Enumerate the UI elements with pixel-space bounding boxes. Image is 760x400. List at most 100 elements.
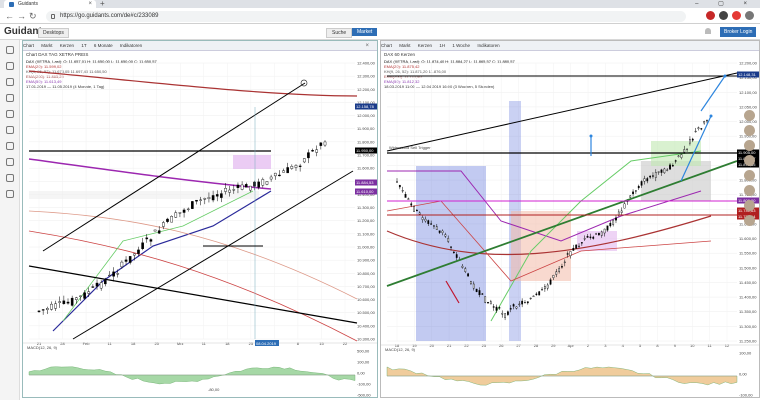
tab-close-icon[interactable]: × (88, 0, 92, 8)
x-tick-label: Apr (568, 343, 575, 348)
forecast-arrow (700, 75, 726, 112)
eye-icon[interactable] (6, 110, 14, 118)
candle-body (558, 268, 561, 272)
candle-body (290, 166, 294, 169)
avatar[interactable] (744, 215, 755, 226)
candle-body (116, 273, 120, 275)
list-icon[interactable] (6, 142, 14, 150)
new-tab-icon[interactable]: + (100, 0, 105, 8)
avatar[interactable] (6, 46, 14, 54)
x-tick-label: 8 (297, 341, 300, 346)
candle-body (153, 229, 157, 232)
candle-body (487, 302, 489, 304)
price-label: 12.158,78 (356, 104, 375, 109)
candle-body (521, 300, 524, 305)
candle-body (583, 238, 586, 240)
candle-body (652, 175, 654, 177)
star-icon[interactable] (6, 158, 14, 166)
bell-icon[interactable] (6, 94, 14, 102)
chat-icon[interactable] (6, 62, 14, 70)
candle-body (430, 223, 433, 225)
candle-body (273, 172, 277, 177)
avatar[interactable] (744, 140, 755, 151)
bell-icon[interactable] (705, 28, 711, 34)
desktop-button[interactable]: Desktops (38, 28, 69, 38)
kumo-line (28, 210, 358, 300)
candle-body (162, 222, 165, 227)
candle-body (396, 181, 398, 183)
gear-icon[interactable] (6, 174, 14, 182)
menu-icon[interactable] (745, 11, 754, 20)
candle-body (433, 225, 435, 227)
forward-icon[interactable]: → (17, 11, 26, 21)
avatar[interactable] (744, 125, 755, 136)
search-button[interactable]: Suche (326, 28, 353, 38)
candle-body (265, 181, 269, 185)
candle-body (592, 236, 595, 239)
candle-body (137, 249, 140, 254)
candle-body (632, 191, 634, 195)
y-tick-label: 11.500,00 (739, 265, 757, 270)
candle-body (589, 236, 592, 238)
x-tick-label: 5 (639, 343, 642, 348)
extension-icon[interactable] (706, 11, 715, 20)
indicator-tick-label: -100,00 (739, 393, 753, 398)
candle-body (541, 288, 543, 291)
url-input[interactable]: https://go.guidants.com/de#c/233089 (46, 11, 686, 22)
y-tick-label: 11.450,00 (739, 280, 757, 285)
candle-body (686, 148, 688, 150)
arrow-head (709, 114, 713, 118)
price-label: 11.950,00 (356, 148, 374, 153)
indicator-value: -80,00 (208, 387, 220, 392)
browser-tab[interactable]: Guidants × (4, 0, 96, 8)
x-tick-label: 28 (60, 341, 65, 346)
back-icon[interactable]: ← (5, 11, 14, 21)
candle-body (112, 271, 115, 277)
candle-body (649, 175, 652, 178)
help-icon[interactable] (6, 190, 14, 198)
avatar[interactable] (744, 155, 755, 166)
x-tick-label: 8 (656, 343, 659, 348)
candle-body (538, 291, 541, 296)
indicator-area (28, 366, 356, 385)
extension-icon[interactable] (732, 11, 741, 20)
chart-icon[interactable] (6, 126, 14, 134)
candle-body (145, 237, 149, 240)
avatar[interactable] (744, 110, 755, 121)
candle-body (703, 121, 706, 124)
extension-icon[interactable] (719, 11, 728, 20)
window-controls[interactable]: – ▢ × (695, 0, 756, 7)
candle-body (424, 218, 427, 222)
candle-body (566, 253, 569, 255)
hourly-chart-canvas[interactable]: 12.200,0012.150,0012.100,0012.050,0012.0… (381, 41, 760, 398)
candle-body (174, 212, 178, 218)
candle-body (133, 253, 136, 256)
candle-body (467, 273, 470, 277)
candle-body (253, 181, 256, 187)
broker-login-button[interactable]: Broker Login (720, 27, 757, 37)
grid-icon[interactable] (6, 78, 14, 86)
reload-icon[interactable]: ↻ (29, 11, 37, 21)
market-button[interactable]: Market (352, 28, 378, 36)
avatar[interactable] (744, 200, 755, 211)
y-tick-label: 10.800,00 (357, 271, 376, 276)
x-tick-label: 18 (225, 341, 230, 346)
candle-body (612, 219, 615, 225)
x-tick-label: 21 (447, 343, 452, 348)
candle-body (578, 245, 580, 248)
candle-body (311, 150, 314, 152)
candle-body (666, 169, 669, 171)
candle-body (435, 226, 438, 230)
avatar[interactable] (744, 185, 755, 196)
candle-body (603, 228, 606, 234)
candle-body (518, 303, 521, 306)
candle-body (319, 142, 323, 146)
candle-body (669, 164, 671, 170)
y-tick-label: 12.200,00 (357, 87, 376, 92)
x-tick-label: 11 (202, 341, 207, 346)
daily-chart-canvas[interactable]: 12.400,0012.300,0012.200,0012.100,0012.0… (23, 41, 378, 398)
avatar[interactable] (744, 170, 755, 181)
x-tick-label: 18 (131, 341, 136, 346)
candle-body (674, 160, 677, 162)
y-tick-label: 11.250,00 (739, 339, 757, 344)
